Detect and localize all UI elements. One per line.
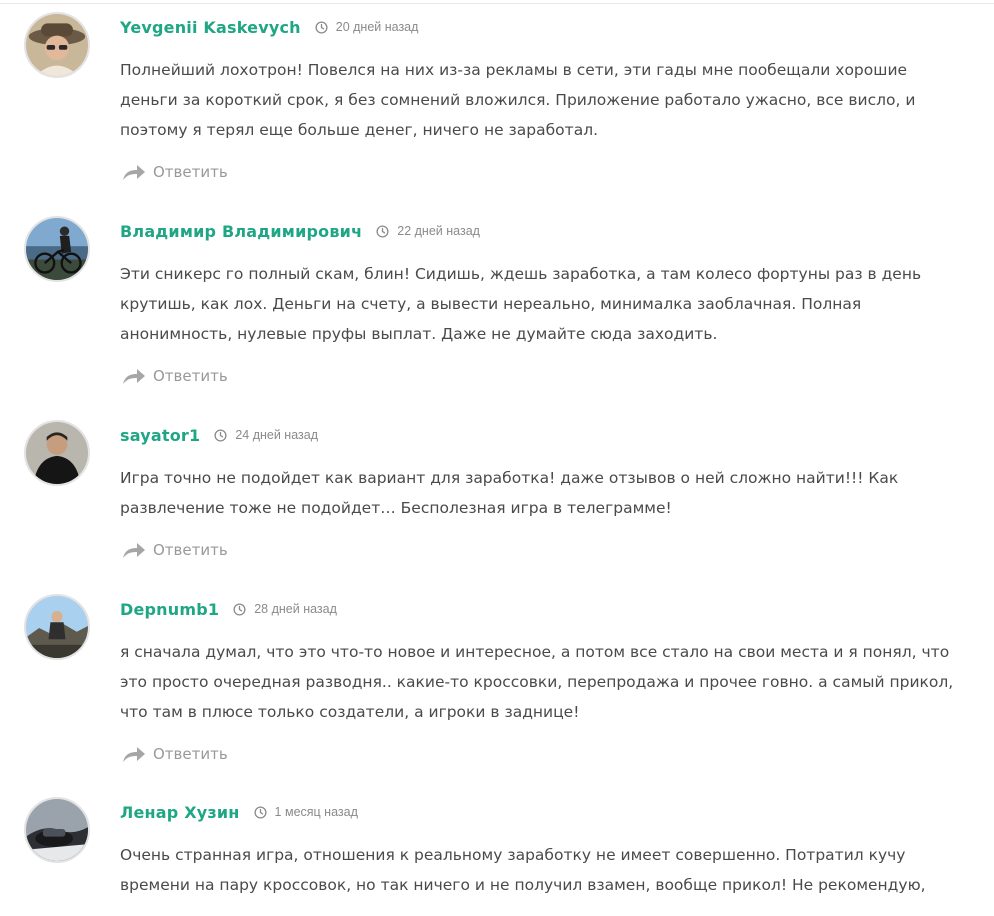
comment-time[interactable]: 1 месяц назад [254, 805, 358, 819]
comment-text: Игра точно не подойдет как вариант для з… [120, 463, 960, 523]
comment-line: Игра точно не подойдет как вариант для з… [120, 469, 899, 487]
reply-label: Ответить [153, 367, 228, 385]
avatar[interactable] [24, 594, 90, 660]
comment-time[interactable]: 28 дней назад [233, 602, 337, 616]
reply-arrow-icon [123, 543, 145, 558]
author-name[interactable]: Ленар Хузин [120, 803, 240, 822]
comment-line: я сначала думал, что это что-то новое и … [120, 643, 950, 661]
avatar[interactable] [24, 12, 90, 78]
reply-label: Ответить [153, 541, 228, 559]
comment-meta: Yevgenii Kaskevych 20 дней назад [120, 16, 418, 38]
time-label: 24 дней назад [235, 428, 319, 442]
comment-line: анонимность, нулевые пруфы выплат. Даже … [120, 325, 718, 343]
comment-text: Полнейший лохотрон! Повелся на них из-за… [120, 55, 960, 145]
avatar[interactable] [24, 216, 90, 282]
comment-line: Эти сникерс го полный скам, блин! Сидишь… [120, 265, 922, 283]
comment-time[interactable]: 22 дней назад [376, 224, 480, 238]
comment-text: Эти сникерс го полный скам, блин! Сидишь… [120, 259, 960, 349]
top-divider [0, 3, 994, 4]
comment-line: деньги за короткий срок, я без сомнений … [120, 91, 916, 109]
reply-label: Ответить [153, 163, 228, 181]
author-name[interactable]: sayator1 [120, 426, 200, 445]
reply-arrow-icon [123, 747, 145, 762]
comment-line: что там в плюсе только создатели, а игро… [120, 703, 580, 721]
author-name[interactable]: Владимир Владимирович [120, 222, 362, 241]
comment-line: крутишь, как лох. Деньги на счету, а выв… [120, 295, 862, 313]
time-label: 1 месяц назад [274, 805, 358, 819]
comment-meta: sayator1 24 дней назад [120, 424, 318, 446]
comment-line: времени на пару кроссовок, но так ничего… [120, 876, 926, 894]
avatar[interactable] [24, 797, 90, 863]
comment-meta: Depnumb1 28 дней назад [120, 598, 337, 620]
comment-time[interactable]: 20 дней назад [315, 20, 419, 34]
reply-button[interactable]: Ответить [122, 541, 228, 559]
reply-arrow-icon [123, 369, 145, 384]
comment-line: Полнейший лохотрон! Повелся на них из-за… [120, 61, 908, 79]
author-name[interactable]: Depnumb1 [120, 600, 219, 619]
comment-text: я сначала думал, что это что-то новое и … [120, 637, 960, 727]
reply-arrow-icon [123, 165, 145, 180]
reply-label: Ответить [153, 745, 228, 763]
comment-line: развлечение тоже не подойдет… Бесполезна… [120, 499, 672, 517]
comment-line: поэтому я терял еще больше денег, ничего… [120, 121, 599, 139]
reply-button[interactable]: Ответить [122, 367, 228, 385]
time-label: 20 дней назад [335, 20, 419, 34]
comment-line: это просто очередная разводня.. какие-то… [120, 673, 954, 691]
author-name[interactable]: Yevgenii Kaskevych [120, 18, 301, 37]
comment-line: Очень странная игра, отношения к реально… [120, 846, 906, 864]
time-label: 22 дней назад [397, 224, 480, 238]
clock-icon [315, 20, 328, 34]
reply-button[interactable]: Ответить [122, 745, 228, 763]
clock-icon [233, 602, 246, 616]
clock-icon [376, 224, 389, 238]
comment-time[interactable]: 24 дней назад [214, 428, 318, 442]
avatar[interactable] [24, 420, 90, 486]
comment-text: Очень странная игра, отношения к реально… [120, 840, 960, 900]
clock-icon [254, 805, 267, 819]
comment-meta: Владимир Владимирович 22 дней назад [120, 220, 480, 242]
reply-button[interactable]: Ответить [122, 163, 228, 181]
comment-meta: Ленар Хузин 1 месяц назад [120, 801, 358, 823]
clock-icon [214, 428, 227, 442]
time-label: 28 дней назад [254, 602, 337, 616]
